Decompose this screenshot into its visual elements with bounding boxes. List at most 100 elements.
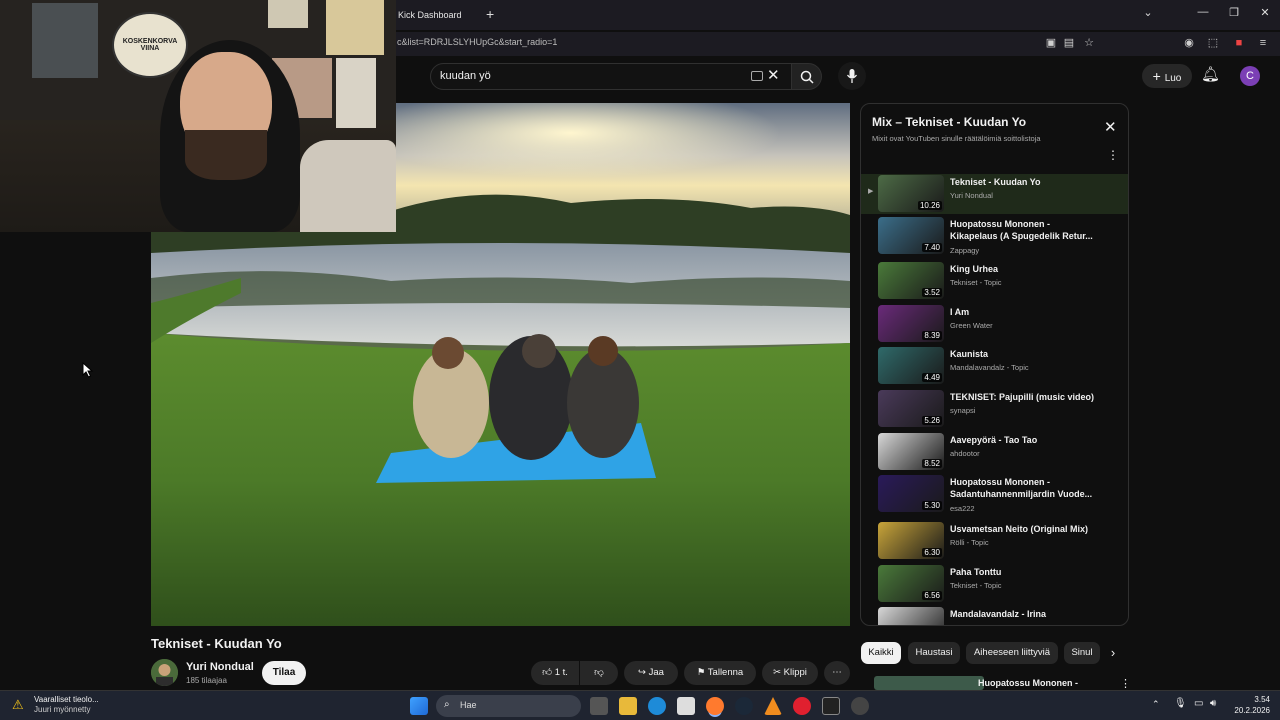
notifications-bell-icon[interactable]: 🔔︎ (1201, 65, 1220, 83)
url-text[interactable]: c&list=RDRJLSLYHUpGc&start_radio=1 (397, 37, 557, 47)
share-button[interactable]: ↪ Jaa (624, 661, 678, 685)
address-bar[interactable]: c&list=RDRJLSLYHUpGc&start_radio=1 ▣ ▤ ☆… (390, 32, 1280, 56)
playlist-item[interactable]: ▶ 10.26 Tekniset - Kuudan Yo Yuri Nondual (861, 174, 1128, 214)
warning-icon[interactable]: ⚠ (12, 697, 24, 713)
bookmark-star-icon[interactable]: ☆ (1082, 36, 1096, 50)
thumbs-up-icon: 👍︎ (542, 667, 555, 678)
playlist-item-title[interactable]: Paha Tonttu (950, 566, 1095, 578)
playlist-item[interactable]: 6.30 Usvametsan Neito (Original Mix) Rölli… (861, 521, 1128, 561)
clip-button[interactable]: ✂ Klippi (762, 661, 818, 685)
playlist-item[interactable]: 8.52 Aavepyörä - Tao Tao ahdootor (861, 432, 1128, 472)
playlist-item[interactable]: 3.52 King Urhea Tekniset - Topic (861, 261, 1128, 301)
extensions-icon[interactable]: ⬚ (1206, 36, 1220, 50)
notification-title[interactable]: Vaaralliset tieolo... (34, 695, 99, 704)
playlist-item[interactable]: 5.26 TEKNISET: Pajupilli (music video) syn… (861, 389, 1128, 429)
tray-chevron-icon[interactable]: ⌃ (1152, 699, 1160, 710)
windows-start-icon[interactable] (410, 697, 428, 715)
playlist-item-title[interactable]: King Urhea (950, 263, 1095, 275)
playlist-thumbnail[interactable]: 7.40 (878, 217, 944, 254)
tab-kick-dashboard[interactable]: Kick Dashboard (392, 4, 482, 26)
dislike-button[interactable]: 👎︎ (580, 661, 618, 685)
playlist-item[interactable]: 4.49 Kaunista Mandalavandalz - Topic (861, 346, 1128, 386)
playlist-thumbnail[interactable] (878, 607, 944, 625)
search-box[interactable]: ✕ (430, 63, 792, 90)
vlc-icon[interactable] (764, 697, 782, 715)
playlist-thumbnail[interactable]: 6.30 (878, 522, 944, 559)
playlist-thumbnail[interactable]: 5.30 (878, 475, 944, 512)
reader-icon[interactable]: ▤ (1062, 36, 1076, 50)
video-title: Tekniset - Kuudan Yo (151, 636, 282, 651)
playlist-item-title[interactable]: TEKNISET: Pajupilli (music video) (950, 391, 1095, 403)
clip-label: Klippi (783, 667, 807, 678)
edge-icon[interactable] (648, 697, 666, 715)
chevron-right-icon[interactable]: › (1100, 642, 1126, 664)
playlist-title[interactable]: Mix – Tekniset - Kuudan Yo (872, 115, 1026, 129)
playlist-item[interactable]: 7.40 Huopatossu Mononen - Kikapelaus (A S… (861, 216, 1128, 256)
playlist-item-title[interactable]: Tekniset - Kuudan Yo (950, 176, 1095, 188)
playlist-item-title[interactable]: Mandalavandalz - Irina (950, 608, 1095, 620)
notification-subtitle[interactable]: Juuri myönnetty (34, 705, 90, 714)
playlist-item[interactable]: 6.56 Paha Tonttu Tekniset - Topic (861, 564, 1128, 604)
store-icon[interactable] (677, 697, 695, 715)
minimize-icon[interactable]: — (1191, 6, 1215, 18)
playlist-item-title[interactable]: I Am (950, 306, 1095, 318)
save-button[interactable]: ⚑ Tallenna (684, 661, 756, 685)
chip-all[interactable]: Kaikki (861, 642, 901, 664)
next-video-title[interactable]: Huopatossu Mononen - (978, 678, 1078, 688)
playlist-item-title[interactable]: Aavepyörä - Tao Tao (950, 434, 1095, 446)
chip-for-you[interactable]: Sinul (1064, 642, 1100, 664)
playlist-item[interactable]: 8.39 I Am Green Water (861, 304, 1128, 344)
playlist-item-title[interactable]: Usvametsan Neito (Original Mix) (950, 523, 1095, 535)
playlist-item[interactable]: 5.30 Huopatossu Mononen - Sadantuhannenmi… (861, 474, 1128, 514)
playlist-thumbnail[interactable]: 8.52 (878, 433, 944, 470)
channel-name[interactable]: Yuri Nondual (186, 661, 254, 673)
task-view-icon[interactable] (590, 697, 608, 715)
playlist-thumbnail[interactable]: 3.52 (878, 262, 944, 299)
search-button[interactable] (792, 63, 822, 90)
more-actions-button[interactable]: ⋯ (824, 661, 850, 685)
chip-related[interactable]: Aiheeseen liittyviä (966, 642, 1058, 664)
subscribe-button[interactable]: Tilaa (262, 661, 306, 685)
taskbar-search[interactable]: ⌕ Hae (436, 695, 581, 717)
playlist-item[interactable]: Mandalavandalz - Irina (861, 606, 1128, 625)
chip-search[interactable]: Haustasi (908, 642, 960, 664)
close-window-icon[interactable]: ✕ (1253, 6, 1277, 19)
extension-badge-icon[interactable]: ■ (1232, 36, 1246, 50)
user-avatar[interactable]: C (1240, 66, 1260, 86)
system-clock[interactable]: 3.54 20.2.2026 (1234, 694, 1270, 716)
playlist-item-title[interactable]: Kaunista (950, 348, 1095, 360)
microphone-tray-icon[interactable]: 🎙︎ (1174, 698, 1187, 709)
next-video-thumbnail[interactable] (874, 676, 984, 690)
clear-search-icon[interactable]: ✕ (767, 66, 780, 84)
new-tab-icon[interactable]: + (486, 6, 494, 22)
next-video-more-icon[interactable]: ⋮ (1120, 677, 1131, 690)
playlist-thumbnail[interactable]: 8.39 (878, 305, 944, 342)
account-icon[interactable]: ◉ (1182, 36, 1196, 50)
keyboard-icon[interactable] (751, 71, 763, 81)
playlist-thumbnail[interactable]: 6.56 (878, 565, 944, 602)
display-tray-icon[interactable]: ▭ (1194, 698, 1203, 709)
maximize-icon[interactable]: ❐ (1222, 6, 1246, 19)
tab-list-icon[interactable]: ⌄ (1136, 6, 1160, 19)
volume-icon[interactable]: 🔊︎ (1210, 698, 1216, 709)
settings-gear-icon[interactable] (851, 697, 869, 715)
firefox-icon[interactable] (706, 697, 724, 715)
file-explorer-icon[interactable] (619, 697, 637, 715)
playlist-thumbnail[interactable]: 5.26 (878, 390, 944, 427)
channel-avatar[interactable] (151, 659, 178, 686)
more-options-icon[interactable]: ⋮ (1107, 148, 1119, 162)
opera-icon[interactable] (793, 697, 811, 715)
screenshot-icon[interactable]: ▣ (1044, 36, 1058, 50)
playlist-item-title[interactable]: Huopatossu Mononen - Sadantuhannenmiljar… (950, 476, 1095, 500)
menu-icon[interactable]: ≡ (1256, 36, 1270, 50)
steam-icon[interactable] (735, 697, 753, 715)
create-button[interactable]: + Luo (1142, 64, 1192, 88)
playlist-thumbnail[interactable]: 10.26 (878, 175, 944, 212)
terminal-icon[interactable] (822, 697, 840, 715)
playlist-item-title[interactable]: Huopatossu Mononen - Kikapelaus (A Spuge… (950, 218, 1095, 242)
playlist-thumbnail[interactable]: 4.49 (878, 347, 944, 384)
search-input[interactable] (440, 70, 690, 82)
close-playlist-icon[interactable]: ✕ (1104, 118, 1117, 136)
like-button[interactable]: 👍︎ 1 t. (531, 661, 579, 685)
voice-search-button[interactable] (838, 62, 866, 90)
